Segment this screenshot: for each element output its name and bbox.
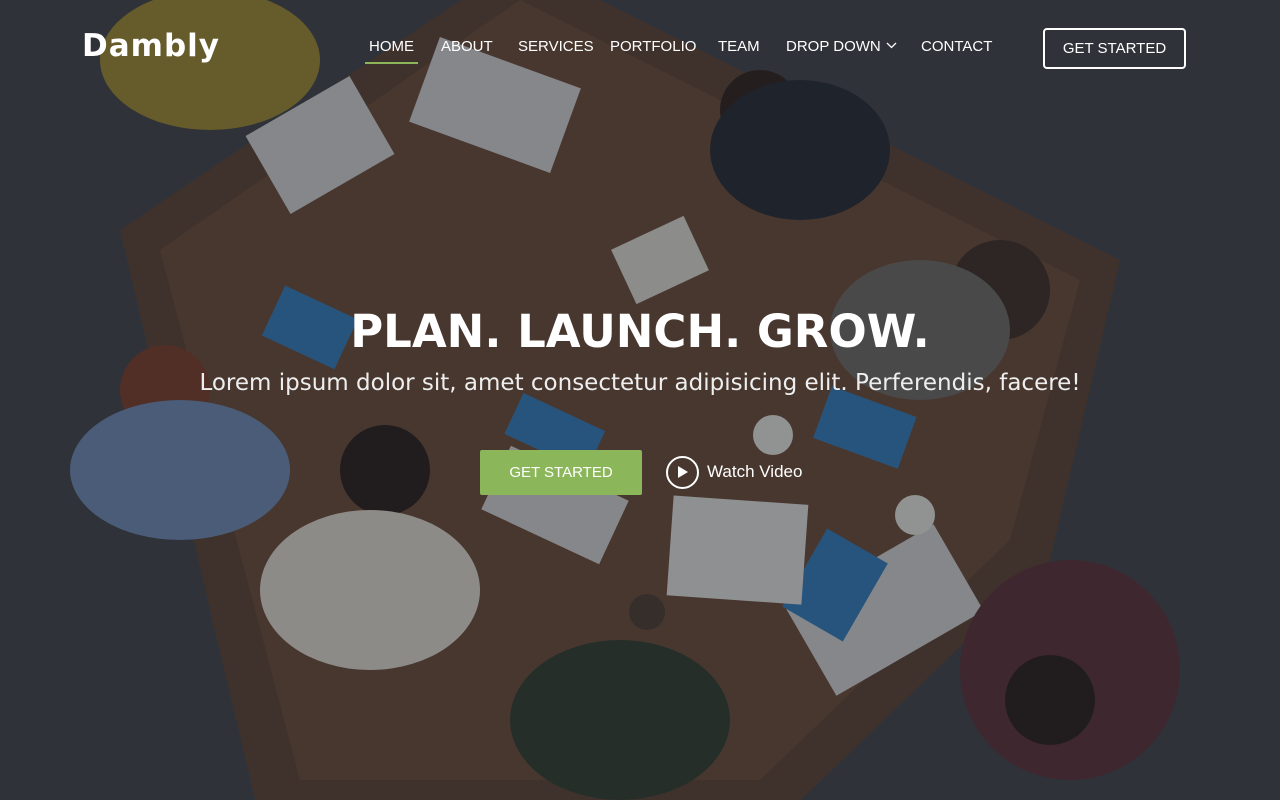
hero-get-started-button[interactable]: GET STARTED — [480, 450, 642, 495]
nav-item-team[interactable]: TEAM — [718, 38, 760, 55]
nav-item-home[interactable]: HOME — [365, 38, 418, 64]
hero-overlay — [0, 0, 1280, 800]
watch-video-link[interactable]: Watch Video — [666, 455, 802, 489]
chevron-down-icon — [886, 42, 897, 49]
nav-item-dropdown[interactable]: DROP DOWN — [786, 38, 897, 55]
hero-subtitle: Lorem ipsum dolor sit, amet consectetur … — [199, 370, 1081, 396]
hero-title: PLAN. LAUNCH. GROW. — [350, 305, 930, 358]
nav-item-about[interactable]: ABOUT — [441, 38, 493, 55]
logo[interactable]: Dambly — [82, 28, 220, 64]
nav-item-portfolio[interactable]: PORTFOLIO — [610, 38, 696, 55]
nav-item-dropdown-label: DROP DOWN — [786, 38, 881, 55]
nav-item-services[interactable]: SERVICES — [518, 38, 594, 55]
watch-video-label: Watch Video — [707, 462, 803, 481]
nav-item-contact[interactable]: CONTACT — [921, 38, 992, 55]
header-get-started-button[interactable]: GET STARTED — [1043, 28, 1186, 69]
hero-section: Dambly HOME ABOUT SERVICES PORTFOLIO TEA… — [0, 0, 1280, 800]
play-icon — [666, 455, 699, 489]
